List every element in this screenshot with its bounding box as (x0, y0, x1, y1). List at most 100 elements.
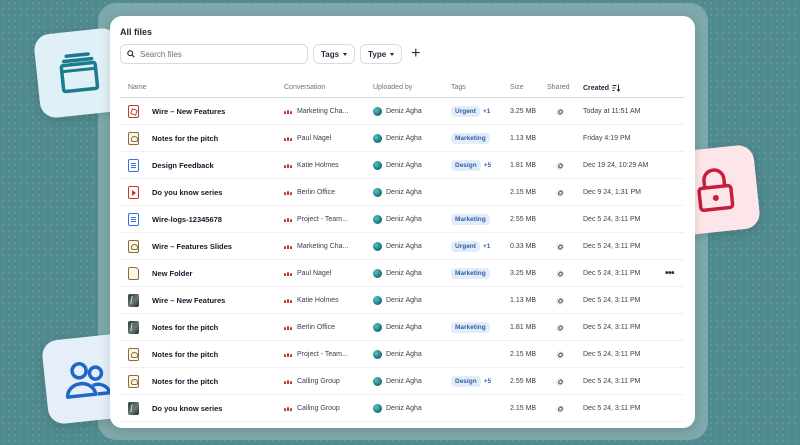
conversation-icon (284, 244, 292, 249)
table-row[interactable]: Notes for the pitch Project - Team... Deni… (120, 341, 684, 368)
tag-badge[interactable]: Urgent (451, 106, 480, 117)
table-row[interactable]: Notes for the pitch Berlin Office Deniz Ag… (120, 314, 684, 341)
tag-more-count[interactable]: +1 (483, 108, 490, 115)
add-button[interactable]: + (411, 44, 420, 64)
conversation-name[interactable]: Berlin Office (297, 189, 335, 196)
image-thumbnail-icon (128, 321, 139, 334)
conversation-icon (284, 406, 292, 411)
tag-badge[interactable]: Design (451, 376, 481, 387)
tag-badge[interactable]: Marketing (451, 214, 490, 225)
tag-more-count[interactable]: +5 (484, 378, 491, 385)
avatar (373, 215, 382, 224)
link-icon (556, 404, 564, 413)
file-name[interactable]: Notes for the pitch (152, 314, 218, 341)
uploader-name: Deniz Agha (386, 378, 422, 385)
conversation-icon (284, 190, 292, 195)
file-name[interactable]: Do you know series (152, 179, 222, 206)
column-tags[interactable]: Tags (451, 84, 466, 91)
file-name[interactable]: Wire – New Features (152, 287, 225, 314)
file-name[interactable]: Wire – Features Slides (152, 233, 232, 260)
column-created[interactable]: Created (583, 84, 621, 92)
tags-filter-button[interactable]: Tags (313, 44, 356, 64)
file-size: 1.81 MB (510, 162, 537, 169)
file-name[interactable]: Do you know series (152, 395, 222, 422)
file-name[interactable]: Notes for the pitch (152, 341, 218, 368)
uploader-name: Deniz Agha (386, 108, 422, 115)
tag-badge[interactable]: Marketing (451, 133, 490, 144)
conversation-icon (284, 109, 292, 114)
file-list: Wire – New Features Marketing Cha... Deniz… (120, 98, 684, 422)
file-name[interactable]: New Folder (152, 260, 192, 287)
conversation-name[interactable]: Berlin Office (297, 324, 335, 331)
conversation-name[interactable]: Calling Group (297, 378, 340, 385)
column-shared[interactable]: Shared (547, 84, 570, 91)
conversation-icon (284, 298, 292, 303)
table-row[interactable]: Do you know series Calling Group Deniz Agh… (120, 395, 684, 422)
conversation-name[interactable]: Katie Holmes (297, 162, 339, 169)
search-icon (127, 50, 135, 58)
table-row[interactable]: Notes for the pitch Calling Group Deniz Ag… (120, 368, 684, 395)
type-filter-button[interactable]: Type (360, 44, 403, 64)
link-icon (556, 296, 564, 305)
created-date: Dec 5 24, 3:11 PM (583, 270, 641, 277)
table-row[interactable]: Do you know series Berlin Office Deniz Agh… (120, 179, 684, 206)
uploader-name: Deniz Agha (386, 243, 422, 250)
video-file-icon (128, 186, 139, 199)
table-row[interactable]: Wire – New Features Katie Holmes Deniz Agh… (120, 287, 684, 314)
table-row[interactable]: Wire-logs-12345678 Project - Team... Deniz… (120, 206, 684, 233)
file-size: 3.25 MB (510, 270, 537, 277)
table-row[interactable]: Notes for the pitch Paul Nagel Deniz Agha M… (120, 125, 684, 152)
table-row[interactable]: New Folder Paul Nagel Deniz Agha Marketing 3… (120, 260, 684, 287)
avatar (373, 242, 382, 251)
table-row[interactable]: Wire – New Features Marketing Cha... Deniz… (120, 98, 684, 125)
conversation-name[interactable]: Project - Team... (297, 351, 348, 358)
avatar (373, 350, 382, 359)
conversation-name[interactable]: Project - Team... (297, 216, 348, 223)
tag-badge[interactable]: Design (451, 160, 481, 171)
tag-more-count[interactable]: +5 (484, 162, 491, 169)
file-size: 2.15 MB (510, 405, 537, 412)
uploader-name: Deniz Agha (386, 162, 422, 169)
toolbar: Tags Type + (120, 44, 421, 64)
column-uploaded-by[interactable]: Uploaded by (373, 84, 412, 91)
file-size: 1.13 MB (510, 297, 537, 304)
image-file-icon (128, 240, 139, 253)
tag-badge[interactable]: Marketing (451, 322, 490, 333)
conversation-icon (284, 136, 292, 141)
conversation-name[interactable]: Calling Group (297, 405, 340, 412)
tag-more-count[interactable]: +1 (483, 243, 490, 250)
link-icon (556, 107, 564, 116)
tag-badge[interactable]: Urgent (451, 241, 480, 252)
search-input[interactable] (140, 49, 300, 59)
avatar (373, 161, 382, 170)
conversation-name[interactable]: Paul Nagel (297, 270, 331, 277)
column-name[interactable]: Name (128, 84, 147, 91)
conversation-name[interactable]: Katie Holmes (297, 297, 339, 304)
avatar (373, 269, 382, 278)
column-created-label: Created (583, 84, 610, 92)
file-name[interactable]: Wire-logs-12345678 (152, 206, 222, 233)
created-date: Friday 4:19 PM (583, 135, 631, 142)
table-row[interactable]: Wire – Features Slides Marketing Cha... De… (120, 233, 684, 260)
file-name[interactable]: Notes for the pitch (152, 125, 218, 152)
link-icon (556, 242, 564, 251)
table-row[interactable]: Design Feedback Katie Holmes Deniz Agha Des… (120, 152, 684, 179)
uploader-name: Deniz Agha (386, 189, 422, 196)
conversation-name[interactable]: Paul Nagel (297, 135, 331, 142)
uploader-name: Deniz Agha (386, 270, 422, 277)
avatar (373, 377, 382, 386)
more-options-icon[interactable]: ••• (665, 260, 675, 287)
file-name[interactable]: Wire – New Features (152, 98, 225, 125)
files-window: All files Tags Type + Name Conversation … (110, 16, 695, 428)
uploader-name: Deniz Agha (386, 324, 422, 331)
file-name[interactable]: Notes for the pitch (152, 368, 218, 395)
search-box[interactable] (120, 44, 308, 64)
conversation-name[interactable]: Marketing Cha... (297, 243, 348, 250)
file-size: 0.33 MB (510, 243, 537, 250)
conversation-name[interactable]: Marketing Cha... (297, 108, 348, 115)
column-size[interactable]: Size (510, 84, 524, 91)
created-date: Dec 5 24, 3:11 PM (583, 351, 641, 358)
column-conversation[interactable]: Conversation (284, 84, 325, 91)
file-name[interactable]: Design Feedback (152, 152, 214, 179)
tag-badge[interactable]: Marketing (451, 268, 490, 279)
